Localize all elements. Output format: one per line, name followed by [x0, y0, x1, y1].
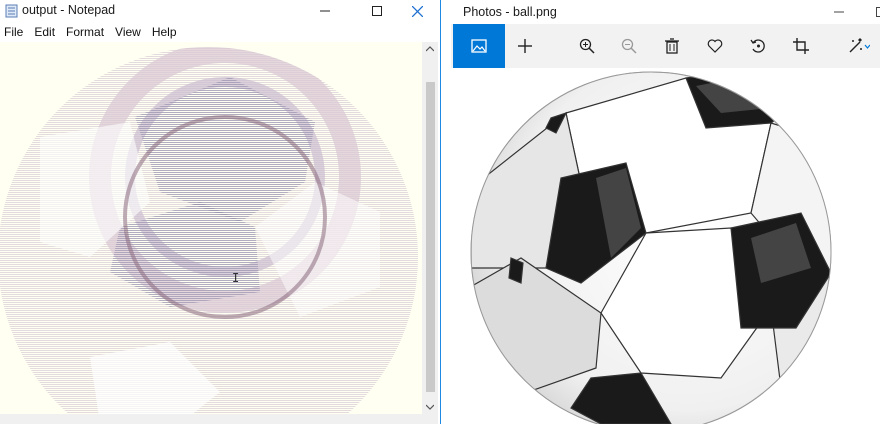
add-button[interactable] — [503, 24, 547, 68]
photos-toolbar — [451, 24, 880, 68]
notepad-title: output - Notepad — [22, 3, 116, 17]
edit-button[interactable] — [837, 24, 880, 68]
photos-minimize-button[interactable] — [816, 1, 862, 23]
zoom-in-button[interactable] — [565, 24, 609, 68]
notepad-window: output - Notepad File Edit Format View H… — [0, 0, 441, 424]
zoom-out-icon — [621, 38, 637, 54]
zoom-in-icon — [579, 38, 595, 54]
favorite-button[interactable] — [693, 24, 737, 68]
minimize-button[interactable] — [302, 0, 348, 22]
notepad-horizontal-scrollbar[interactable] — [0, 414, 422, 424]
maximize-icon — [876, 7, 880, 17]
close-button[interactable] — [394, 0, 440, 22]
maximize-icon — [372, 6, 382, 16]
svg-text:I: I — [232, 271, 239, 285]
photos-title: Photos - ball.png — [463, 5, 557, 19]
image-view-button[interactable] — [453, 24, 505, 68]
menu-format[interactable]: Format — [62, 22, 111, 42]
notepad-titlebar[interactable]: output - Notepad — [0, 0, 440, 22]
notepad-vertical-scrollbar[interactable] — [422, 42, 438, 424]
notepad-menubar: File Edit Format View Help — [0, 22, 440, 42]
favorite-icon — [707, 39, 723, 53]
photos-window: Photos - ball.png — [451, 0, 880, 424]
notepad-app-icon — [5, 4, 18, 18]
photos-titlebar[interactable]: Photos - ball.png — [451, 0, 880, 24]
minimize-icon — [834, 11, 844, 13]
scrollbar-thumb[interactable] — [426, 82, 435, 392]
zoom-out-button[interactable] — [607, 24, 651, 68]
menu-edit[interactable]: Edit — [30, 22, 62, 42]
scroll-down-icon[interactable] — [426, 404, 434, 410]
delete-button[interactable] — [650, 24, 694, 68]
ascii-ball-art: I — [0, 47, 418, 424]
rotate-icon — [750, 39, 765, 53]
image-view-icon — [471, 39, 487, 53]
scroll-up-icon[interactable] — [426, 46, 434, 52]
edit-icon — [849, 38, 870, 53]
photo-viewer-image[interactable] — [451, 68, 880, 424]
close-icon — [411, 5, 423, 17]
add-icon — [518, 39, 532, 53]
notepad-text-area[interactable]: I — [0, 42, 422, 424]
delete-icon — [665, 38, 679, 54]
crop-button[interactable] — [779, 24, 823, 68]
minimize-icon — [320, 10, 330, 12]
menu-view[interactable]: View — [111, 22, 148, 42]
menu-file[interactable]: File — [0, 22, 30, 42]
menu-help[interactable]: Help — [148, 22, 184, 42]
crop-icon — [793, 38, 809, 54]
photos-maximize-button[interactable] — [858, 1, 880, 23]
soccer-ball-image — [470, 71, 832, 424]
rotate-button[interactable] — [736, 24, 780, 68]
